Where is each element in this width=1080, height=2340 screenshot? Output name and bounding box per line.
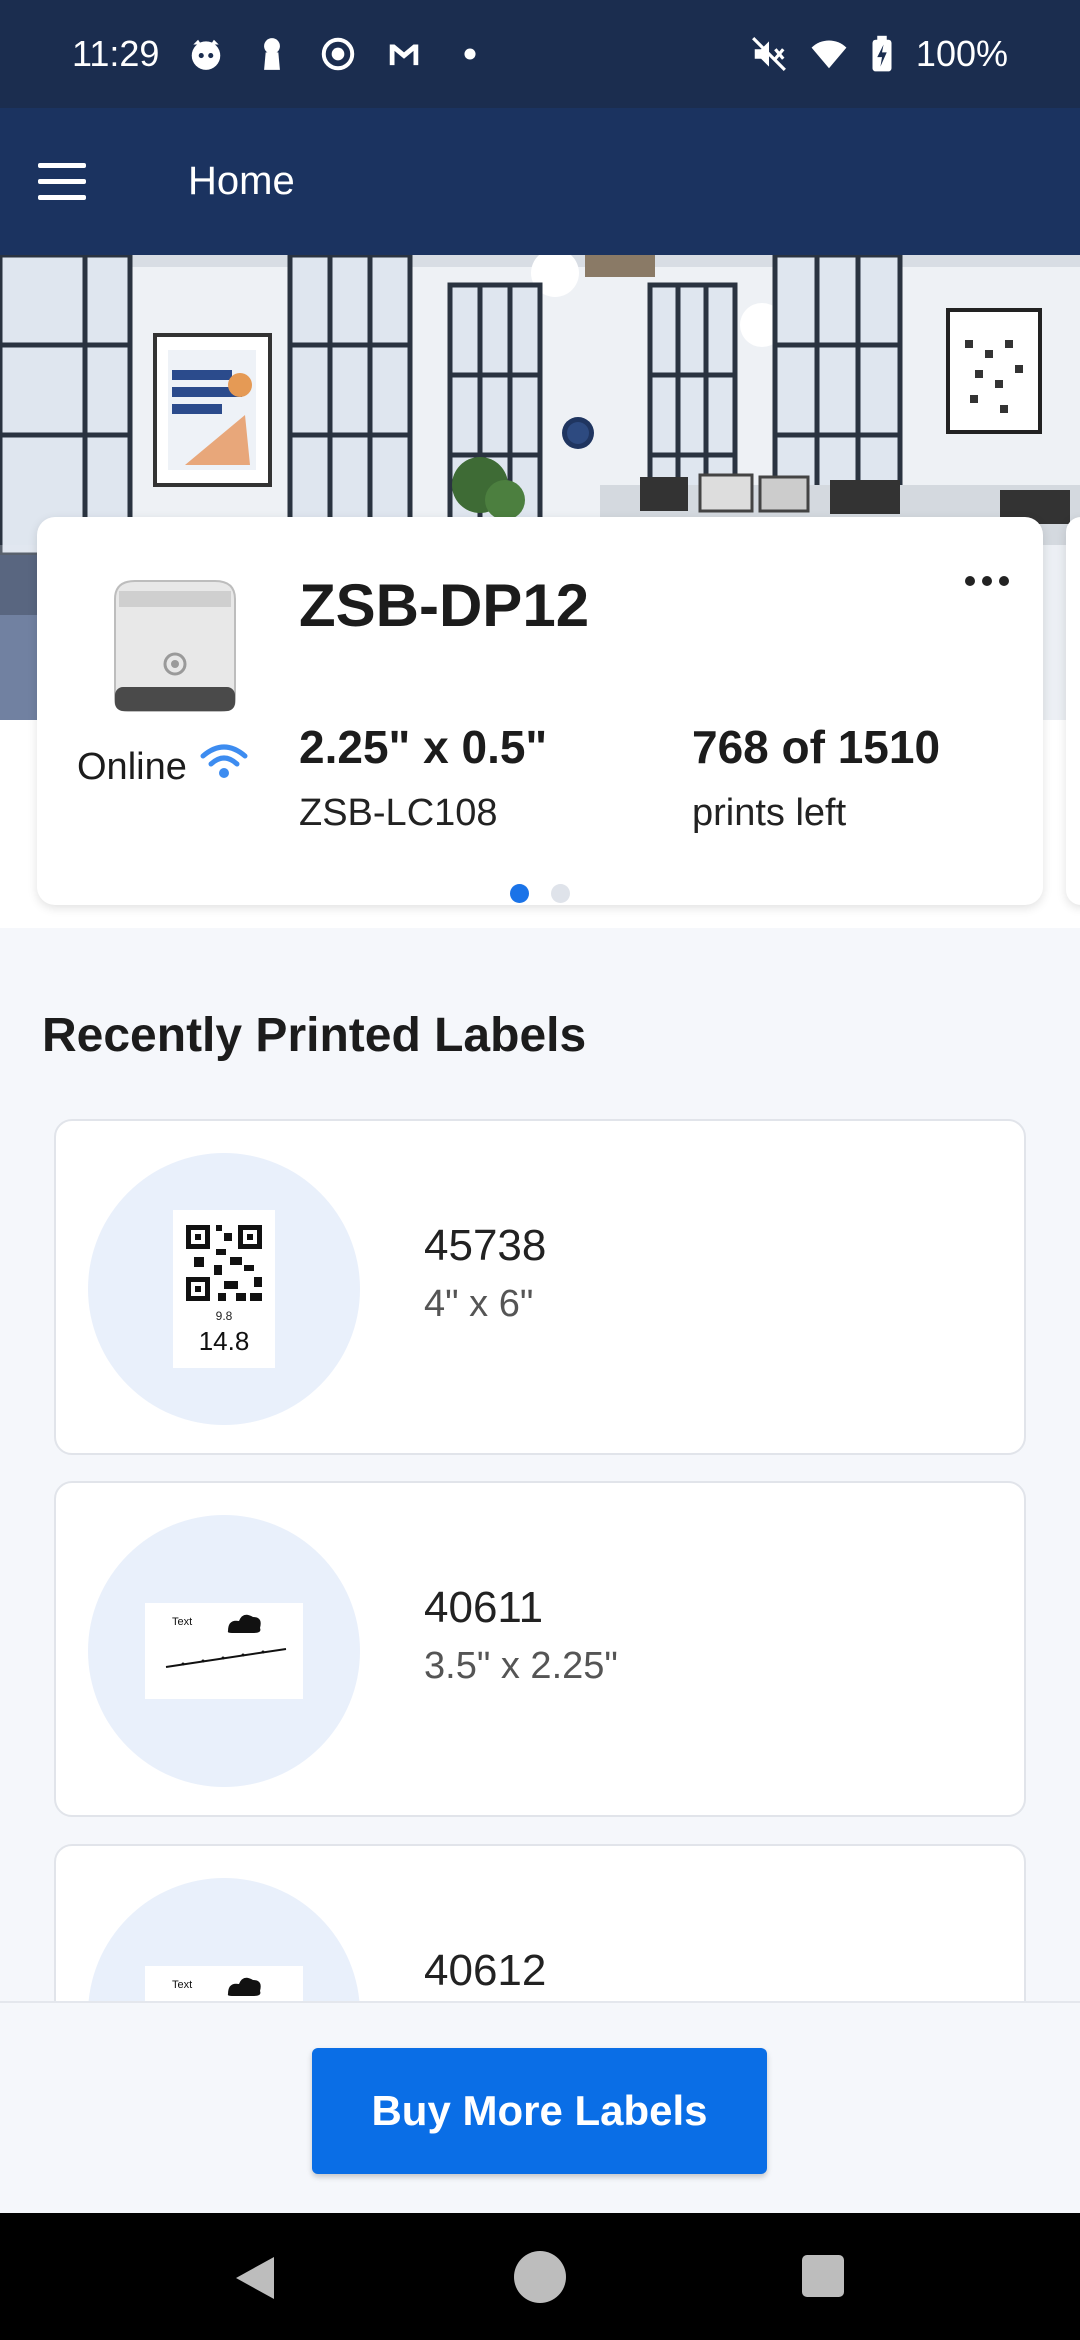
thumb-text: Text [172, 1979, 192, 1991]
keyhole-icon [253, 35, 291, 73]
wifi-icon [810, 35, 848, 73]
label-dimensions: 3.5" x 2.25" [424, 1645, 618, 1687]
bottom-action-area: Buy More Labels [0, 2001, 1080, 2213]
section-title: Recently Printed Labels [42, 1009, 587, 1062]
label-size: 2.25" x 0.5" [299, 721, 548, 773]
list-item[interactable]: Text 40611 3.5" x 2.25" [54, 1481, 1026, 1817]
label-thumbnail: Text [88, 1515, 360, 1787]
online-status: Online [77, 742, 249, 792]
prints-count: 768 of 1510 [692, 721, 941, 773]
mute-icon [750, 35, 788, 73]
status-bar: 11:29 100% [0, 0, 1080, 108]
status-time: 11:29 [72, 33, 160, 74]
online-status-label: Online [77, 745, 187, 788]
hamburger-menu-icon[interactable] [38, 146, 110, 218]
printer-card[interactable]: Online ZSB-DP12 2.25" x 0.5" ZSB-LC108 7… [37, 517, 1043, 905]
system-navigation-bar [0, 2213, 1080, 2340]
home-icon[interactable] [514, 2251, 566, 2303]
back-icon[interactable] [230, 2253, 280, 2303]
more-options-icon[interactable] [957, 561, 1017, 601]
label-dimensions: 4" x 6" [424, 1283, 534, 1325]
battery-percent: 100% [915, 33, 1008, 74]
thumb-small-text: 9.8 [216, 1309, 233, 1323]
buy-more-labels-button[interactable]: Buy More Labels [312, 2048, 767, 2174]
target-icon [319, 35, 357, 73]
thumb-big-text: 14.8 [199, 1326, 250, 1356]
list-item[interactable]: 9.8 14.8 45738 4" x 6" [54, 1119, 1026, 1455]
cat-icon [187, 35, 225, 73]
printer-name: ZSB-DP12 [299, 572, 590, 639]
recent-apps-icon[interactable] [802, 2255, 844, 2297]
carousel-dot-1[interactable] [510, 884, 529, 903]
app-bar: Home [0, 108, 1080, 255]
next-printer-card[interactable] [1066, 517, 1080, 905]
printer-image [95, 569, 255, 719]
label-id: 40611 [424, 1583, 544, 1632]
prints-left-label: prints left [692, 792, 847, 834]
carousel-indicator [37, 884, 1043, 903]
label-id: 45738 [424, 1221, 547, 1270]
label-thumbnail: 9.8 14.8 [88, 1153, 360, 1425]
page-title: Home [188, 159, 295, 203]
label-model: ZSB-LC108 [299, 792, 498, 834]
thumb-text: Text [172, 1616, 192, 1628]
label-id: 40612 [424, 1946, 547, 1995]
carousel-dot-2[interactable] [551, 884, 570, 903]
dot-icon [451, 35, 489, 73]
gmail-icon [385, 35, 423, 73]
wifi-icon [199, 742, 249, 792]
battery-charging-icon [870, 35, 894, 73]
